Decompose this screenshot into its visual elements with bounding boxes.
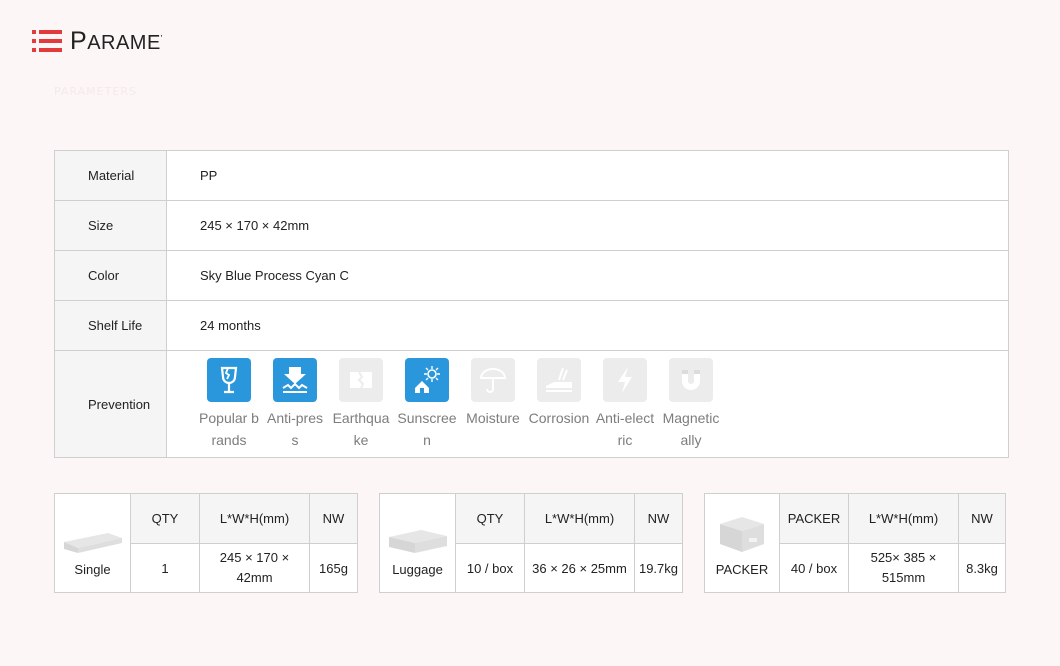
spec-value: 245 × 170 × 42mm — [166, 200, 1009, 251]
spec-key: Shelf Life — [54, 300, 167, 351]
package-header: L*W*H(mm) — [199, 493, 310, 544]
prevention-label: Magnetically — [662, 409, 720, 448]
spec-value: 24 months — [166, 300, 1009, 351]
page-subtitle: PARAMETERS — [54, 85, 137, 98]
package-value: 1 — [130, 543, 200, 593]
package-image-cell: PACKER — [704, 493, 780, 593]
case-icon — [388, 530, 447, 553]
package-value: 8.3kg — [958, 543, 1006, 593]
spec-key: Size — [54, 200, 167, 251]
package-header: NW — [958, 493, 1006, 544]
carton-box-icon — [720, 517, 764, 552]
prevention-label: Anti-electric — [595, 409, 655, 448]
prevention-icons: Popular brands Anti-press Earthquake Sun… — [196, 357, 1008, 451]
package-header: NW — [634, 493, 683, 544]
package-header: PACKER — [779, 493, 849, 544]
prevention-cell: Popular brands Anti-press Earthquake Sun… — [166, 350, 1009, 458]
package-caption: Single — [74, 562, 111, 577]
package-table-single: Single QTY L*W*H(mm) NW 1 245 × 170 × 42… — [54, 493, 358, 593]
package-caption: Luggage — [392, 562, 443, 577]
corrosion-icon — [537, 357, 581, 402]
spec-value: Sky Blue Process Cyan C — [166, 250, 1009, 301]
sunscreen-icon — [405, 357, 449, 402]
package-header: L*W*H(mm) — [848, 493, 959, 544]
package-value: 245 × 170 × 42mm — [199, 543, 310, 593]
page-title: PARAMETERS — [70, 26, 162, 55]
package-value: 165g — [309, 543, 358, 593]
package-table-packer: PACKER PACKER L*W*H(mm) NW 40 / box 525×… — [704, 493, 1006, 593]
package-value: 19.7kg — [634, 543, 683, 593]
magnet-icon — [669, 357, 713, 402]
prevention-item: Anti-electric — [592, 357, 658, 451]
package-value: 36 × 26 × 25mm — [524, 543, 635, 593]
earthquake-icon — [339, 357, 383, 402]
package-value: 525× 385 × 515mm — [848, 543, 959, 593]
spec-key: Color — [54, 250, 167, 301]
package-value: 10 / box — [455, 543, 525, 593]
prevention-item: Magnetically — [658, 357, 724, 451]
prevention-label: Corrosion — [528, 409, 590, 426]
spec-table: Material PP Size 245 × 170 × 42mm Color … — [54, 150, 1009, 458]
prevention-label: Earthquake — [332, 409, 390, 448]
spec-row-material: Material PP — [54, 150, 1009, 201]
spec-key: Prevention — [54, 350, 167, 458]
spec-row-size: Size 245 × 170 × 42mm — [54, 200, 1009, 251]
package-header: QTY — [130, 493, 200, 544]
prevention-item: Sunscreen — [394, 357, 460, 451]
package-header: L*W*H(mm) — [524, 493, 635, 544]
prevention-label: Anti-press — [266, 409, 324, 448]
prevention-item: Moisture — [460, 357, 526, 451]
prevention-item: Anti-press — [262, 357, 328, 451]
package-value: 40 / box — [779, 543, 849, 593]
prevention-item: Earthquake — [328, 357, 394, 451]
prevention-label: Popular brands — [199, 409, 259, 448]
package-header: QTY — [455, 493, 525, 544]
package-header: NW — [309, 493, 358, 544]
flat-box-icon — [63, 533, 122, 553]
spec-row-shelf-life: Shelf Life 24 months — [54, 300, 1009, 351]
prevention-item: Popular brands — [196, 357, 262, 451]
spec-key: Material — [54, 150, 167, 201]
spec-value: PP — [166, 150, 1009, 201]
spec-row-color: Color Sky Blue Process Cyan C — [54, 250, 1009, 301]
lightning-icon — [603, 357, 647, 402]
list-icon — [32, 30, 62, 52]
prevention-item: Corrosion — [526, 357, 592, 451]
anti-press-icon — [273, 357, 317, 402]
package-image-cell: Single — [54, 493, 131, 593]
umbrella-icon — [471, 357, 515, 402]
package-image-cell: Luggage — [379, 493, 456, 593]
prevention-label: Sunscreen — [397, 409, 457, 448]
broken-glass-icon — [207, 357, 251, 402]
package-caption: PACKER — [715, 562, 769, 577]
prevention-label: Moisture — [466, 409, 520, 426]
package-table-luggage: Luggage QTY L*W*H(mm) NW 10 / box 36 × 2… — [379, 493, 683, 593]
spec-row-prevention: Prevention Popular brands Anti-press Ear… — [54, 350, 1009, 458]
page-header: PARAMETERS — [32, 26, 162, 56]
